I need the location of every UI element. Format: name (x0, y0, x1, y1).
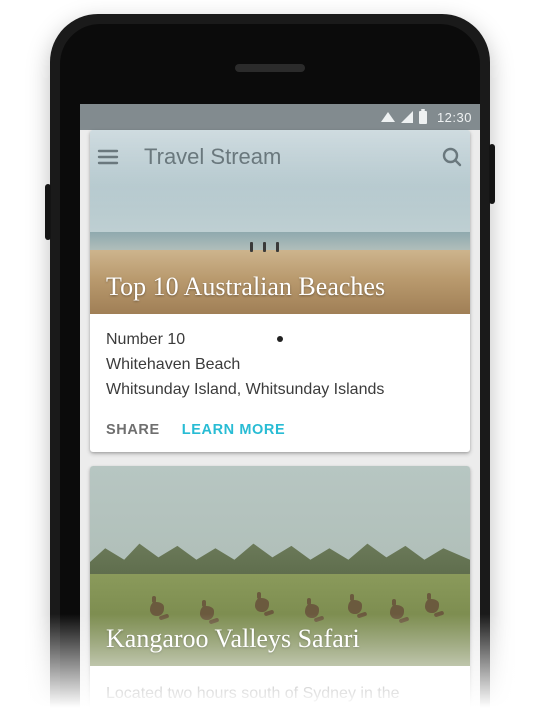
phone-screen: 12:30 Travel Stream (80, 104, 480, 724)
bullet-dot-icon (277, 336, 283, 342)
phone-frame: 12:30 Travel Stream (50, 14, 490, 724)
learn-more-button[interactable]: LEARN MORE (182, 422, 285, 438)
status-clock: 12:30 (433, 110, 472, 125)
card-hero-title: Kangaroo Valleys Safari (106, 624, 360, 654)
app-bar: Travel Stream (80, 130, 480, 184)
content-stream[interactable]: Top 10 Australian Beaches Number 10 Whit… (80, 130, 480, 724)
phone-side-button-right (489, 144, 495, 204)
card-hero-image: Kangaroo Valleys Safari (90, 466, 470, 666)
share-button[interactable]: SHARE (106, 422, 160, 438)
cell-signal-icon (401, 111, 413, 123)
card-safari[interactable]: Kangaroo Valleys Safari Located two hour… (90, 466, 470, 724)
status-bar: 12:30 (80, 104, 480, 130)
card-body: Number 10 Whitehaven Beach Whitsunday Is… (90, 314, 470, 412)
card-actions: SHARE LEARN MORE (90, 412, 470, 452)
battery-icon (419, 111, 427, 124)
card-body-line: Whitehaven Beach (106, 353, 454, 378)
menu-icon[interactable] (94, 143, 122, 171)
wifi-icon (381, 112, 395, 122)
phone-speaker (235, 64, 305, 72)
card-hero-title: Top 10 Australian Beaches (106, 272, 385, 302)
card-body-line: Whitsunday Island, Whitsunday Islands (106, 378, 454, 403)
search-icon[interactable] (438, 143, 466, 171)
app-title: Travel Stream (122, 144, 438, 170)
card-body: Located two hours south of Sydney in the… (90, 666, 470, 724)
phone-side-button-left (45, 184, 51, 240)
card-body-line: Located two hours south of Sydney in the… (106, 682, 454, 724)
